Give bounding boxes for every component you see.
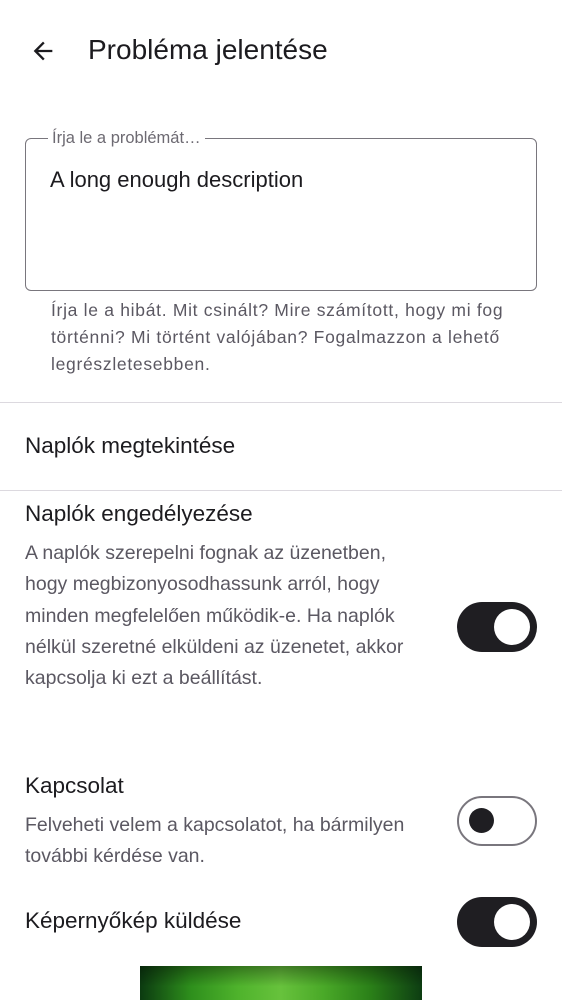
switch-thumb xyxy=(494,609,530,645)
screenshot-switch[interactable] xyxy=(457,897,537,947)
contact-title: Kapcsolat xyxy=(25,773,124,798)
view-logs-label: Naplók megtekintése xyxy=(25,433,236,458)
description-field[interactable]: Írja le a problémát… A long enough descr… xyxy=(25,128,537,291)
arrow-left-icon xyxy=(33,41,53,61)
description-input[interactable]: A long enough description xyxy=(50,165,303,195)
screenshot-title: Képernyőkép küldése xyxy=(25,908,242,933)
screenshot-preview[interactable] xyxy=(140,966,422,1000)
top-app-bar: Probléma jelentése xyxy=(0,0,562,100)
description-hint: Írja le a hibát. Mit csinált? Mire számí… xyxy=(51,300,504,374)
back-button[interactable] xyxy=(22,30,64,72)
enable-logs-description: A naplók szerepelni fognak az üzenetben,… xyxy=(25,542,404,690)
screenshot-item[interactable]: Képernyőkép küldése xyxy=(0,881,562,961)
switch-thumb xyxy=(469,808,494,833)
enable-logs-item[interactable]: Naplók engedélyezése A naplók szerepelni… xyxy=(0,491,562,761)
description-field-label: Írja le a problémát… xyxy=(48,128,205,148)
contact-item[interactable]: Kapcsolat Felveheti velem a kapcsolatot,… xyxy=(0,761,562,881)
enable-logs-switch[interactable] xyxy=(457,602,537,652)
contact-switch[interactable] xyxy=(457,796,537,846)
view-logs-item[interactable]: Naplók megtekintése xyxy=(0,403,562,490)
page-title: Probléma jelentése xyxy=(88,34,328,65)
switch-thumb xyxy=(494,904,530,940)
enable-logs-title: Naplók engedélyezése xyxy=(25,501,253,526)
contact-description: Felveheti velem a kapcsolatot, ha bármil… xyxy=(25,814,405,868)
